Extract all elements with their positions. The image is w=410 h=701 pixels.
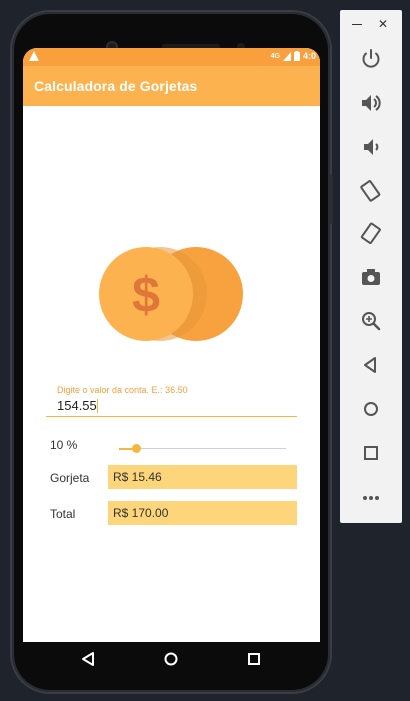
- text-caret: [97, 399, 98, 413]
- toolbar-window-controls: ✕: [340, 16, 402, 36]
- total-label: Total: [50, 507, 76, 521]
- signal-icon: [282, 51, 291, 61]
- app-screen: 4G 4:0 Calculadora de Gorjetas $ Digite …: [23, 48, 320, 642]
- network-type-label: 4G: [270, 52, 280, 60]
- slider-thumb[interactable]: [132, 444, 141, 453]
- tip-percent-label: 10 %: [50, 438, 78, 452]
- warning-icon: [29, 51, 39, 61]
- power-icon[interactable]: [359, 47, 383, 71]
- slider-track: [119, 448, 286, 449]
- more-options-icon[interactable]: [359, 486, 383, 510]
- overview-icon[interactable]: [359, 441, 383, 465]
- minimize-icon[interactable]: [352, 24, 362, 25]
- rotate-right-icon[interactable]: [359, 222, 383, 246]
- volume-up-icon[interactable]: [359, 91, 383, 115]
- close-icon[interactable]: ✕: [378, 17, 388, 31]
- tip-value-field: R$ 15.46: [108, 465, 297, 489]
- app-bar: Calculadora de Gorjetas: [23, 66, 320, 106]
- system-nav-bar: [23, 642, 320, 676]
- status-icons: 4G 4:0: [271, 51, 316, 61]
- back-icon[interactable]: [359, 353, 383, 377]
- coins-logo-icon: $: [99, 247, 243, 341]
- clock-label: 4:0: [302, 51, 316, 61]
- total-value-field: R$ 170.00: [108, 501, 297, 525]
- status-bar: 4G 4:0: [23, 48, 320, 66]
- emulator-toolbar: ✕: [340, 10, 402, 523]
- volume-down-icon[interactable]: [359, 135, 383, 159]
- recent-square-icon[interactable]: [245, 650, 263, 668]
- back-triangle-icon[interactable]: [80, 650, 98, 668]
- bill-input-hint: Digite o valor da conta. E.: 36.50: [57, 385, 188, 395]
- zoom-icon[interactable]: [359, 309, 383, 333]
- phone-side-button: [329, 174, 333, 224]
- camera-screenshot-icon[interactable]: [359, 265, 383, 289]
- home-circle-icon[interactable]: [162, 650, 180, 668]
- bill-amount-input[interactable]: [46, 395, 297, 417]
- battery-icon: [293, 51, 300, 61]
- app-title: Calculadora de Gorjetas: [34, 78, 198, 94]
- tip-percent-slider[interactable]: [119, 441, 286, 457]
- rotate-left-icon[interactable]: [359, 179, 383, 203]
- home-icon[interactable]: [359, 397, 383, 421]
- svg-text:$: $: [132, 267, 160, 323]
- tip-label: Gorjeta: [50, 471, 90, 485]
